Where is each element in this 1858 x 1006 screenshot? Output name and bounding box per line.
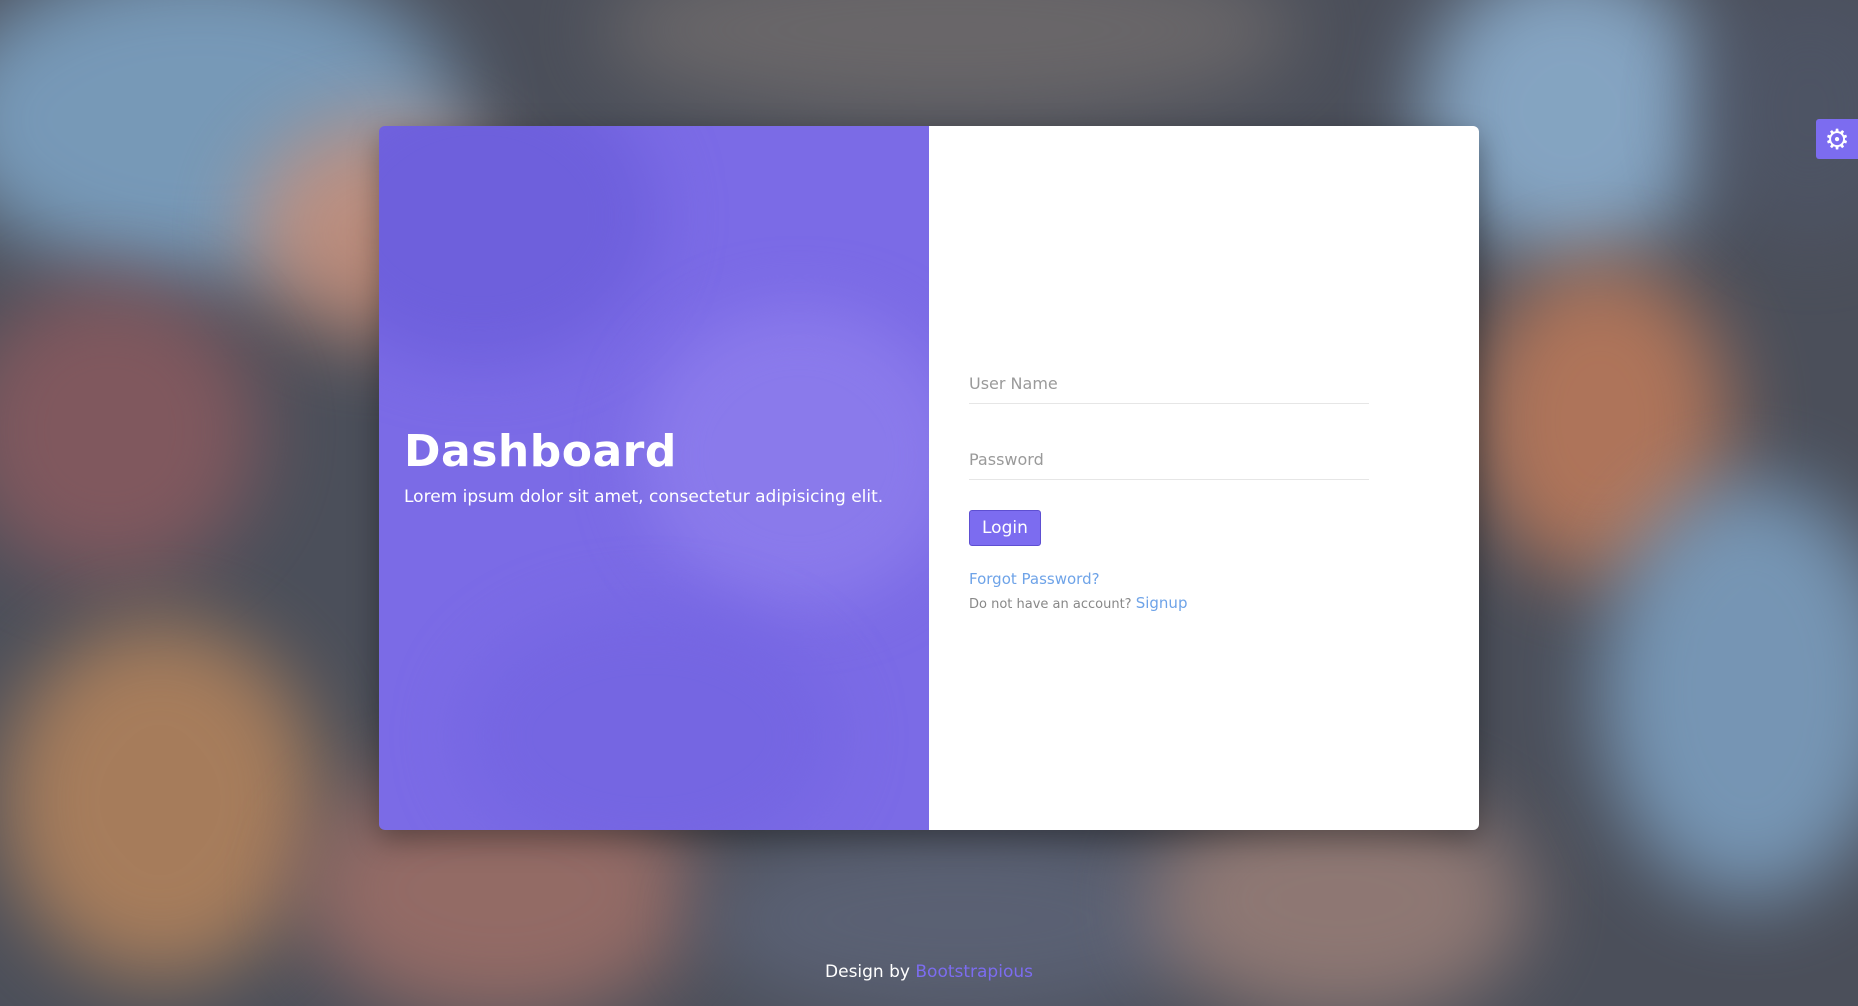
settings-toggle-button[interactable]: ⚙ — [1816, 119, 1858, 159]
login-button[interactable]: Login — [969, 510, 1041, 546]
username-input[interactable] — [969, 366, 1369, 404]
login-form-panel: Login Forgot Password? Do not have an ac… — [929, 126, 1479, 830]
password-input[interactable] — [969, 442, 1369, 480]
forgot-password-link[interactable]: Forgot Password? — [969, 570, 1369, 588]
footer-designer-link[interactable]: Bootstrapious — [915, 962, 1033, 982]
footer-prefix: Design by — [825, 962, 910, 982]
footer-credit: Design by Bootstrapious — [0, 962, 1858, 982]
gear-icon: ⚙ — [1824, 122, 1850, 156]
no-account-text: Do not have an account? — [969, 597, 1132, 612]
signup-prompt: Do not have an account? Signup — [969, 594, 1369, 612]
login-card: Dashboard Lorem ipsum dolor sit amet, co… — [379, 126, 1479, 830]
page-title: Dashboard — [404, 426, 677, 477]
page-subtitle: Lorem ipsum dolor sit amet, consectetur … — [404, 487, 884, 507]
signup-link[interactable]: Signup — [1136, 594, 1188, 612]
login-form: Login Forgot Password? Do not have an ac… — [969, 366, 1369, 612]
dashboard-panel: Dashboard Lorem ipsum dolor sit amet, co… — [379, 126, 929, 830]
dashboard-heading-group: Dashboard Lorem ipsum dolor sit amet, co… — [404, 426, 883, 507]
